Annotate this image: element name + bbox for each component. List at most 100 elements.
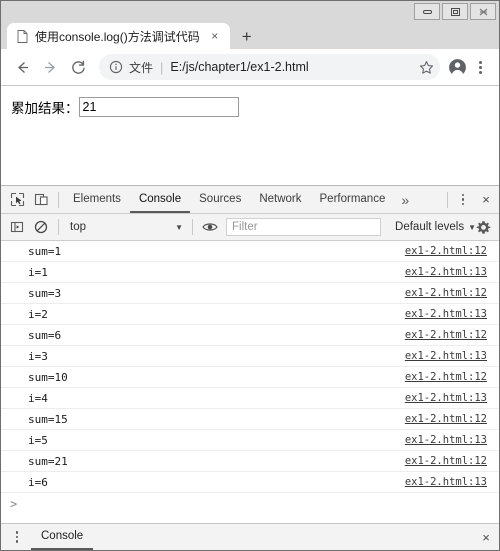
- toolbar-divider: [447, 191, 448, 208]
- log-message: i=1: [28, 265, 48, 279]
- log-source-link[interactable]: ex1-2.html:12: [405, 245, 487, 257]
- drawer-menu-button[interactable]: [7, 525, 27, 549]
- url-text: E:/js/chapter1/ex1-2.html: [170, 60, 309, 74]
- log-row[interactable]: i=3 ex1-2.html:13: [1, 346, 499, 367]
- log-source-link[interactable]: ex1-2.html:13: [405, 434, 487, 446]
- log-message: sum=21: [28, 454, 68, 468]
- chevron-down-icon: ▼: [468, 222, 476, 232]
- log-message: i=3: [28, 349, 48, 363]
- clear-console-button[interactable]: [29, 215, 53, 239]
- log-source-link[interactable]: ex1-2.html:12: [405, 371, 487, 383]
- log-row[interactable]: sum=1 ex1-2.html:12: [1, 241, 499, 262]
- log-source-link[interactable]: ex1-2.html:12: [405, 287, 487, 299]
- close-icon: [479, 8, 487, 15]
- info-circle-icon[interactable]: [109, 60, 123, 74]
- new-tab-button[interactable]: +: [234, 23, 260, 49]
- devtools-menu-button[interactable]: [453, 188, 473, 212]
- log-source-link[interactable]: ex1-2.html:12: [405, 413, 487, 425]
- star-icon[interactable]: [419, 60, 434, 75]
- drawer-close-button[interactable]: ×: [473, 525, 499, 549]
- reload-icon: [71, 60, 85, 74]
- log-source-link[interactable]: ex1-2.html:13: [405, 392, 487, 404]
- log-row[interactable]: i=6 ex1-2.html:13: [1, 472, 499, 493]
- url-scheme-label: 文件: [129, 60, 154, 75]
- tab-performance[interactable]: Performance: [311, 187, 395, 213]
- log-source-link[interactable]: ex1-2.html:13: [405, 476, 487, 488]
- log-message: sum=15: [28, 412, 68, 426]
- window-controls: [414, 1, 499, 20]
- console-log-list[interactable]: sum=1 ex1-2.html:12 i=1 ex1-2.html:13 su…: [1, 241, 499, 523]
- chevron-down-icon: ▼: [175, 222, 184, 232]
- reload-button[interactable]: [65, 54, 91, 80]
- log-source-link[interactable]: ex1-2.html:12: [405, 329, 487, 341]
- console-filter-input[interactable]: [226, 218, 382, 236]
- back-arrow-icon: [17, 61, 28, 73]
- title-bar: [1, 1, 499, 21]
- clear-console-icon: [34, 220, 48, 234]
- log-message: i=5: [28, 433, 48, 447]
- log-source-link[interactable]: ex1-2.html:12: [405, 455, 487, 467]
- device-toolbar-icon: [34, 193, 48, 206]
- tab-title: 使用console.log()方法调试代码: [35, 29, 200, 44]
- drawer-tab-console[interactable]: Console: [31, 525, 94, 550]
- log-message: sum=6: [28, 328, 62, 342]
- console-sidebar-button[interactable]: [5, 215, 29, 239]
- more-tabs-button[interactable]: »: [394, 188, 416, 212]
- kebab-dot: [15, 531, 19, 534]
- log-row[interactable]: sum=21 ex1-2.html:12: [1, 451, 499, 472]
- tab-close-icon[interactable]: ×: [208, 29, 222, 43]
- inspect-element-button[interactable]: [5, 188, 29, 212]
- kebab-dot: [461, 198, 465, 201]
- console-sidebar-icon: [10, 221, 24, 233]
- address-bar[interactable]: 文件 | E:/js/chapter1/ex1-2.html: [99, 54, 440, 80]
- minimize-icon: [422, 10, 432, 14]
- tab-network[interactable]: Network: [250, 187, 310, 213]
- log-row[interactable]: i=5 ex1-2.html:13: [1, 430, 499, 451]
- log-row[interactable]: i=4 ex1-2.html:13: [1, 388, 499, 409]
- log-row[interactable]: i=1 ex1-2.html:13: [1, 262, 499, 283]
- tab-console[interactable]: Console: [129, 187, 191, 213]
- page-icon: [17, 29, 28, 43]
- log-source-link[interactable]: ex1-2.html:13: [405, 350, 487, 362]
- minimize-button[interactable]: [414, 3, 440, 20]
- console-prompt[interactable]: >: [1, 493, 499, 515]
- tab-elements[interactable]: Elements: [64, 187, 130, 213]
- log-message: sum=1: [28, 244, 62, 258]
- tab-sources[interactable]: Sources: [190, 187, 250, 213]
- log-row[interactable]: sum=3 ex1-2.html:12: [1, 283, 499, 304]
- console-settings-button[interactable]: [476, 220, 491, 235]
- profile-avatar-icon[interactable]: [448, 58, 467, 77]
- restore-button[interactable]: [442, 3, 468, 20]
- kebab-dot: [478, 60, 482, 64]
- log-message: i=6: [28, 475, 48, 489]
- log-row[interactable]: i=2 ex1-2.html:13: [1, 304, 499, 325]
- result-input[interactable]: [78, 97, 239, 117]
- browser-tab[interactable]: 使用console.log()方法调试代码 ×: [7, 23, 230, 49]
- browser-toolbar: 文件 | E:/js/chapter1/ex1-2.html: [1, 49, 499, 86]
- log-row[interactable]: sum=15 ex1-2.html:12: [1, 409, 499, 430]
- console-filter-bar: top ▼ Default levels ▼: [1, 214, 499, 241]
- back-button[interactable]: [9, 54, 35, 80]
- toolbar-divider: [58, 191, 59, 208]
- url-separator: |: [160, 59, 164, 75]
- execution-context-select[interactable]: top ▼: [64, 218, 187, 237]
- log-source-link[interactable]: ex1-2.html:13: [405, 266, 487, 278]
- device-toolbar-button[interactable]: [29, 188, 53, 212]
- kebab-dot: [15, 540, 19, 543]
- log-message: sum=3: [28, 286, 62, 300]
- live-expression-button[interactable]: [198, 215, 222, 239]
- gear-icon: [476, 220, 491, 234]
- browser-menu-button[interactable]: [469, 60, 491, 74]
- forward-button[interactable]: [37, 54, 63, 80]
- forward-arrow-icon: [44, 61, 55, 73]
- log-row[interactable]: sum=10 ex1-2.html:12: [1, 367, 499, 388]
- log-levels-value: Default levels: [395, 221, 465, 233]
- log-source-link[interactable]: ex1-2.html:13: [405, 308, 487, 320]
- eye-icon: [202, 223, 218, 231]
- close-button[interactable]: [470, 3, 496, 20]
- browser-window: 使用console.log()方法调试代码 × + 文件 | E:/js/cha…: [0, 0, 500, 551]
- log-message: sum=10: [28, 370, 68, 384]
- log-row[interactable]: sum=6 ex1-2.html:12: [1, 325, 499, 346]
- log-levels-select[interactable]: Default levels ▼: [395, 221, 476, 233]
- devtools-close-button[interactable]: ×: [473, 188, 499, 212]
